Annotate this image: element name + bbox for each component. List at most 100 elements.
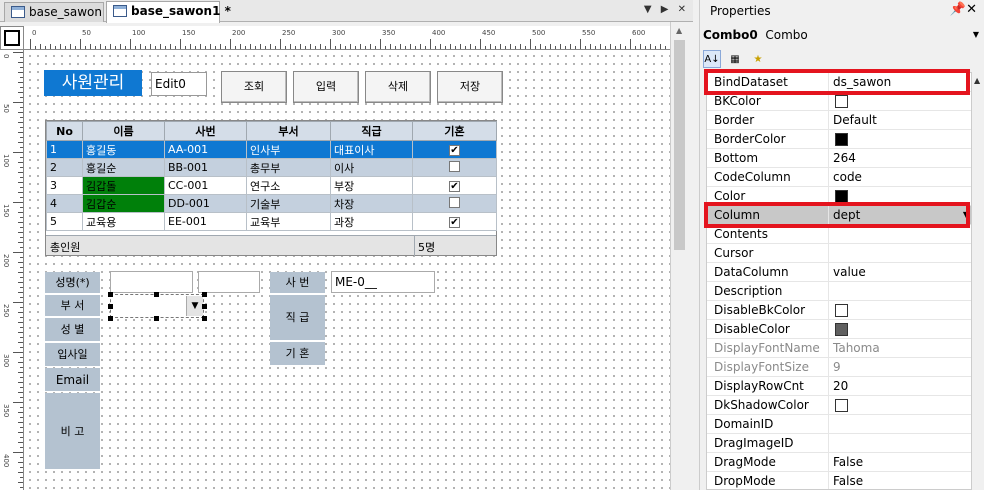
property-row[interactable]: DomainID: [707, 415, 971, 434]
grid-cell-no[interactable]: 5: [46, 212, 83, 231]
grid-cell-rank[interactable]: 이사: [330, 158, 413, 177]
grid-cell-dept[interactable]: 연구소: [246, 176, 331, 195]
resize-handle[interactable]: [202, 304, 207, 309]
property-value[interactable]: 9: [833, 360, 841, 374]
name-input[interactable]: [110, 271, 193, 293]
grid-cell-no[interactable]: 1: [46, 140, 83, 159]
property-row[interactable]: DisplayFontName Tahoma: [707, 339, 971, 358]
dept-combo[interactable]: ▼: [110, 294, 204, 318]
property-row[interactable]: Cursor: [707, 244, 971, 263]
resize-handle[interactable]: [108, 316, 113, 321]
select-all-corner[interactable]: [0, 26, 24, 50]
grid-cell-name[interactable]: 홍길순: [82, 158, 165, 177]
grid-header-cell[interactable]: 직급: [330, 121, 413, 141]
form-canvas[interactable]: 사원관리 Edit0 조회 입력 삭제 저장 No 이름 사번 부서 직급 기혼 1 홍길동…: [24, 50, 670, 490]
column-divider[interactable]: [828, 415, 829, 434]
grid-cell-married[interactable]: [412, 194, 497, 213]
property-row[interactable]: Bottom 264: [707, 149, 971, 168]
column-divider[interactable]: [828, 453, 829, 472]
property-value[interactable]: False: [833, 474, 863, 488]
table-row[interactable]: 3 김갑돌 CC-001 연구소 부장 ✔: [46, 176, 497, 195]
grid-header-cell[interactable]: No: [46, 121, 83, 141]
grid-header-cell[interactable]: 부서: [246, 121, 331, 141]
title-static[interactable]: 사원관리: [44, 70, 142, 96]
grid-cell-dept[interactable]: 인사부: [246, 140, 331, 159]
property-row[interactable]: DragMode False: [707, 453, 971, 472]
grid-cell-dept[interactable]: 교육부: [246, 212, 331, 231]
color-swatch[interactable]: [835, 399, 848, 412]
grid-cell-dept[interactable]: 총무부: [246, 158, 331, 177]
column-divider[interactable]: [828, 472, 829, 489]
save-button[interactable]: 저장: [437, 71, 503, 103]
grid-cell-id[interactable]: BB-001: [164, 158, 247, 177]
tab-controls[interactable]: ▼ ▶ ✕: [644, 4, 689, 15]
sort-alpha-icon[interactable]: A↓: [703, 50, 721, 68]
scroll-up-icon[interactable]: ▲: [974, 76, 980, 85]
column-divider[interactable]: [828, 111, 829, 130]
grid-cell-id[interactable]: DD-001: [164, 194, 247, 213]
color-swatch[interactable]: [835, 304, 848, 317]
property-value[interactable]: 20: [833, 379, 848, 393]
column-divider[interactable]: [828, 339, 829, 358]
column-divider[interactable]: [828, 168, 829, 187]
pin-close-icon[interactable]: 📌✕: [950, 2, 977, 17]
search-button[interactable]: 조회: [221, 71, 287, 103]
chevron-down-icon[interactable]: ▼: [973, 30, 979, 39]
column-divider[interactable]: [828, 282, 829, 301]
grid-cell-married[interactable]: [412, 158, 497, 177]
checkbox-icon[interactable]: ✔: [449, 181, 460, 192]
object-selector[interactable]: Combo0 Combo ▼: [700, 25, 984, 47]
column-divider[interactable]: [828, 244, 829, 263]
column-divider[interactable]: [828, 149, 829, 168]
grid-cell-married[interactable]: ✔: [412, 212, 497, 231]
column-divider[interactable]: [828, 358, 829, 377]
grid-cell-name[interactable]: 교육용: [82, 212, 165, 231]
checkbox-icon[interactable]: [449, 196, 460, 208]
property-value[interactable]: Default: [833, 113, 877, 127]
property-row[interactable]: DisableBkColor: [707, 301, 971, 320]
edit0-field[interactable]: Edit0: [151, 72, 207, 96]
property-value[interactable]: 264: [833, 151, 856, 165]
resize-handle[interactable]: [154, 316, 159, 321]
grid-cell-married[interactable]: ✔: [412, 176, 497, 195]
resize-handle[interactable]: [154, 292, 159, 297]
resize-handle[interactable]: [202, 292, 207, 297]
resize-handle[interactable]: [202, 316, 207, 321]
employee-grid[interactable]: No 이름 사번 부서 직급 기혼 1 홍길동 AA-001 인사부 대표이사 ✔ 2 홍길순 BB-00…: [45, 120, 497, 256]
column-divider[interactable]: [828, 396, 829, 415]
tab-base-sawon1[interactable]: base_sawon1 *: [106, 1, 231, 23]
property-value[interactable]: Tahoma: [833, 341, 880, 355]
grid-cell-rank[interactable]: 차장: [330, 194, 413, 213]
property-value[interactable]: False: [833, 455, 863, 469]
table-row[interactable]: 1 홍길동 AA-001 인사부 대표이사 ✔: [46, 140, 497, 159]
color-swatch[interactable]: [835, 133, 848, 146]
grid-cell-name[interactable]: 김갑순: [82, 194, 165, 213]
sort-category-icon[interactable]: ▦: [726, 50, 744, 68]
property-row[interactable]: DropMode False: [707, 472, 971, 489]
delete-button[interactable]: 삭제: [365, 71, 431, 103]
grid-header-cell[interactable]: 사번: [164, 121, 247, 141]
table-row[interactable]: 4 김갑순 DD-001 기술부 차장: [46, 194, 497, 213]
scroll-up-icon[interactable]: ▲: [676, 26, 682, 35]
checkbox-icon[interactable]: ✔: [449, 217, 460, 228]
color-swatch[interactable]: [835, 95, 848, 108]
column-divider[interactable]: [828, 320, 829, 339]
grid-cell-no[interactable]: 4: [46, 194, 83, 213]
name-input-2[interactable]: [198, 271, 260, 293]
chevron-down-icon[interactable]: ▼: [186, 296, 203, 316]
grid-cell-rank[interactable]: 부장: [330, 176, 413, 195]
property-grid[interactable]: BindDataset ds_sawon BKColor Border Default B…: [706, 72, 972, 490]
property-row[interactable]: Description: [707, 282, 971, 301]
grid-cell-dept[interactable]: 기술부: [246, 194, 331, 213]
column-divider[interactable]: [828, 301, 829, 320]
grid-cell-id[interactable]: CC-001: [164, 176, 247, 195]
column-divider[interactable]: [828, 434, 829, 453]
scrollbar-thumb[interactable]: [674, 40, 685, 250]
events-icon[interactable]: ★: [749, 50, 767, 68]
empno-masked-input[interactable]: ME-0__: [331, 271, 435, 293]
grid-cell-name[interactable]: 홍길동: [82, 140, 165, 159]
property-value[interactable]: code: [833, 170, 862, 184]
grid-cell-id[interactable]: AA-001: [164, 140, 247, 159]
property-row[interactable]: DragImageID: [707, 434, 971, 453]
color-swatch[interactable]: [835, 323, 848, 336]
